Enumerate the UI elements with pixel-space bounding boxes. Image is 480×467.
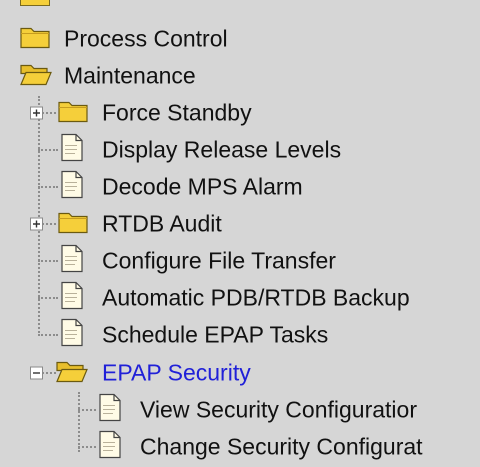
open-folder-icon bbox=[20, 61, 52, 90]
tree-item-label: Maintenance bbox=[64, 62, 196, 88]
document-icon bbox=[60, 244, 84, 277]
tree-item-label: Decode MPS Alarm bbox=[102, 173, 303, 199]
tree-item-view-security-configuration[interactable]: View Security Configuratior bbox=[0, 391, 480, 428]
tree-item-label: Display Release Levels bbox=[102, 136, 342, 162]
document-icon bbox=[60, 133, 84, 166]
tree-connector bbox=[38, 186, 58, 188]
expand-toggle[interactable] bbox=[30, 106, 43, 119]
tree-item-process-control[interactable]: Process Control bbox=[0, 20, 480, 57]
tree-item-epap-security[interactable]: EPAP Security bbox=[0, 354, 480, 391]
tree-item-label: View Security Configuratior bbox=[140, 396, 417, 422]
tree-item-label: Schedule EPAP Tasks bbox=[102, 321, 329, 347]
document-icon bbox=[98, 430, 122, 463]
tree-connector bbox=[78, 409, 96, 411]
tree-item-decode-mps-alarm[interactable]: Decode MPS Alarm bbox=[0, 168, 480, 205]
collapse-toggle[interactable] bbox=[30, 366, 43, 379]
open-folder-icon bbox=[56, 358, 88, 387]
tree-connector bbox=[38, 149, 58, 151]
tree-connector bbox=[38, 297, 58, 299]
closed-folder-icon bbox=[58, 98, 88, 127]
partial-folder-icon bbox=[20, 0, 50, 6]
closed-folder-icon bbox=[20, 24, 50, 53]
expand-toggle[interactable] bbox=[30, 217, 43, 230]
tree-item-force-standby[interactable]: Force Standby bbox=[0, 94, 480, 131]
tree-item-label: RTDB Audit bbox=[102, 210, 222, 236]
tree-item-display-release-levels[interactable]: Display Release Levels bbox=[0, 131, 480, 168]
document-icon bbox=[60, 318, 84, 351]
document-icon bbox=[98, 393, 122, 426]
tree-item-schedule-epap-tasks[interactable]: Schedule EPAP Tasks bbox=[0, 316, 480, 353]
tree-item-maintenance[interactable]: Maintenance bbox=[0, 57, 480, 94]
tree-connector bbox=[38, 334, 58, 336]
tree-connector bbox=[38, 260, 58, 262]
tree-item-change-security-configuration[interactable]: Change Security Configurat bbox=[0, 428, 480, 465]
tree-item-label: Automatic PDB/RTDB Backup bbox=[102, 284, 410, 310]
tree-item-rtdb-audit[interactable]: RTDB Audit bbox=[0, 205, 480, 242]
document-icon bbox=[60, 170, 84, 203]
tree-item-label: EPAP Security bbox=[102, 359, 251, 385]
tree-connector bbox=[78, 446, 96, 448]
tree-item-label: Change Security Configurat bbox=[140, 433, 423, 459]
closed-folder-icon bbox=[58, 209, 88, 238]
tree-item-automatic-backup[interactable]: Automatic PDB/RTDB Backup bbox=[0, 279, 480, 316]
tree-item-label: Configure File Transfer bbox=[102, 247, 336, 273]
tree-item-label: Force Standby bbox=[102, 99, 252, 125]
tree-item-label: Process Control bbox=[64, 25, 228, 51]
tree-item-configure-file-transfer[interactable]: Configure File Transfer bbox=[0, 242, 480, 279]
document-icon bbox=[60, 281, 84, 314]
